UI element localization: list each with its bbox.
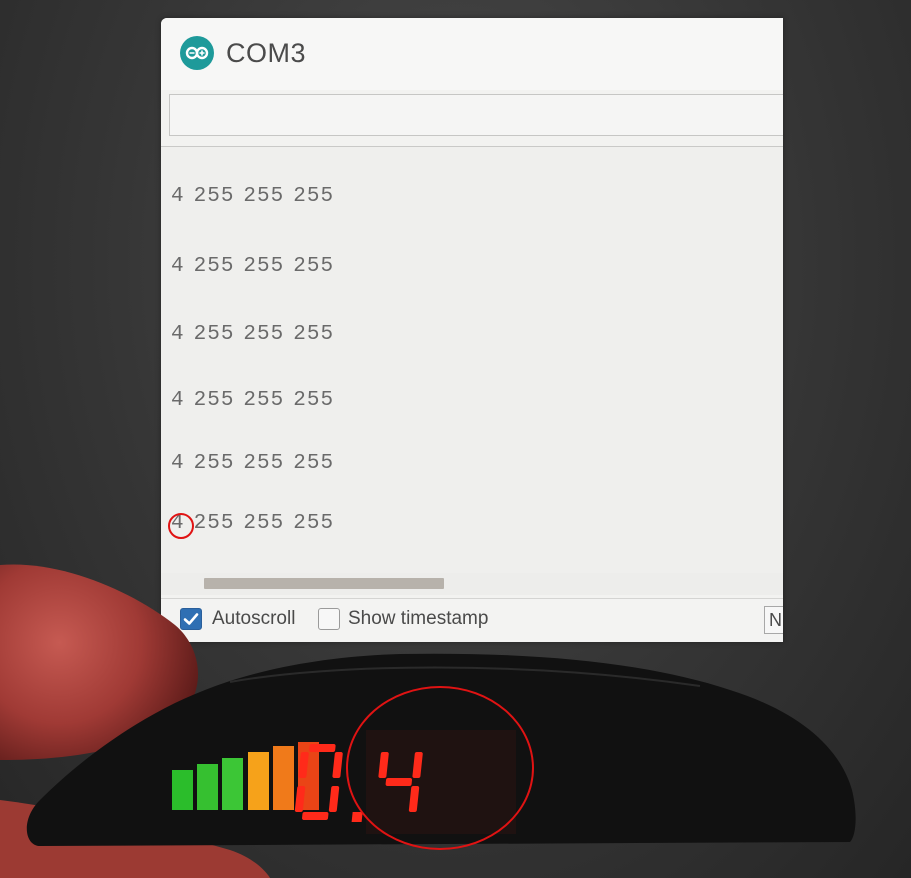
level-bar: [172, 770, 193, 810]
level-bar: [197, 764, 218, 810]
highlight-circle-small: [168, 513, 194, 539]
level-bar: [222, 758, 243, 810]
digit-segment: [309, 744, 336, 752]
digit-segment: [302, 812, 329, 820]
highlight-circle-large: [346, 686, 534, 850]
level-bar: [273, 746, 294, 810]
level-bar: [248, 752, 269, 810]
